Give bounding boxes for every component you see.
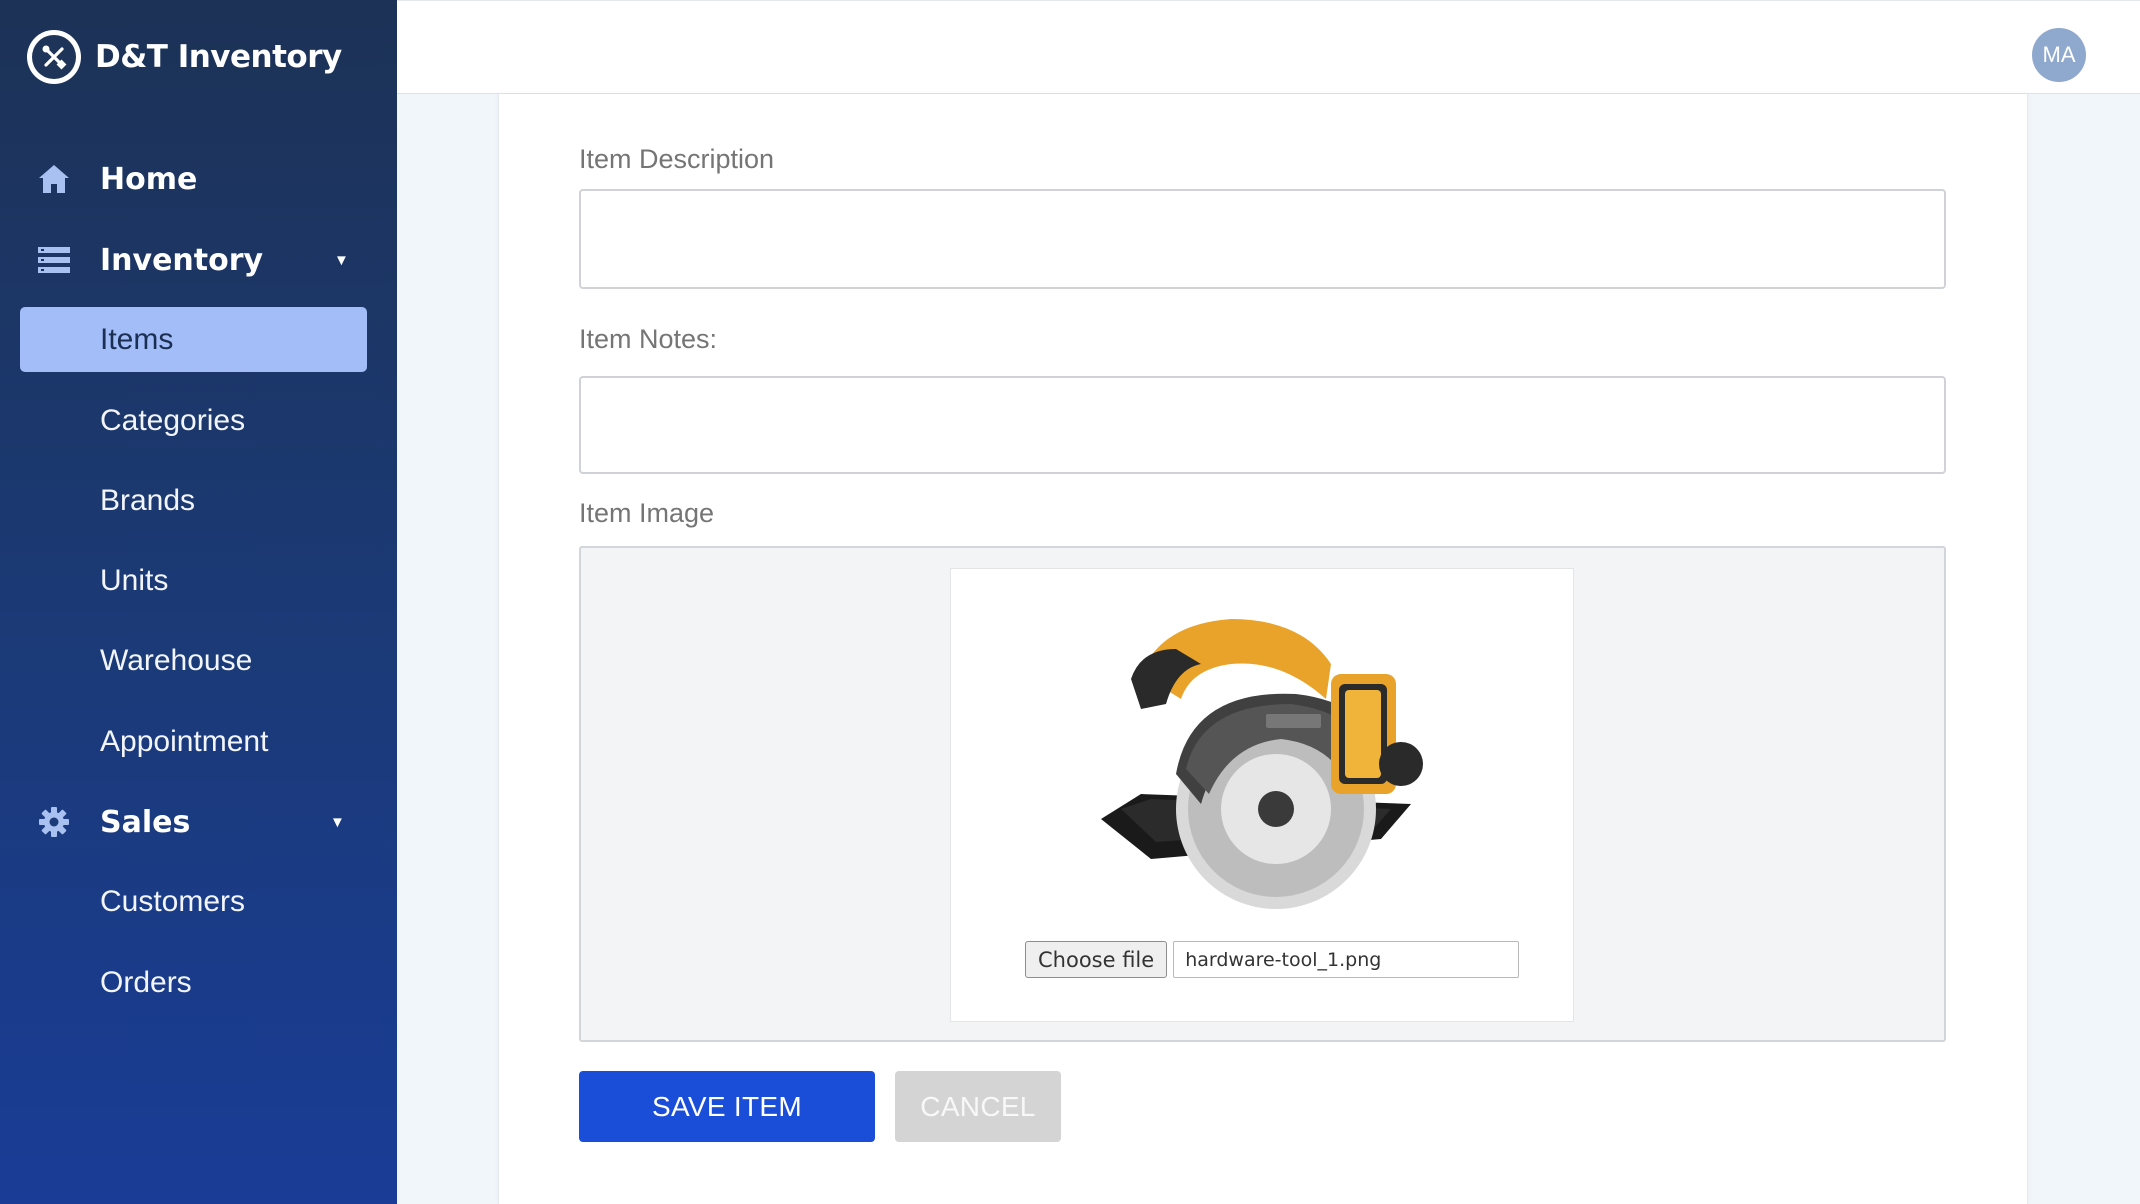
user-avatar[interactable]: MA (2032, 28, 2086, 82)
item-description-label: Item Description (579, 144, 775, 174)
sidebar-item-warehouse[interactable]: Warehouse (0, 628, 397, 694)
sidebar-item-items[interactable]: Items (20, 307, 367, 372)
app-name: D&T Inventory (95, 39, 342, 75)
sidebar-item-units[interactable]: Units (0, 548, 397, 614)
tools-logo-icon (27, 30, 81, 84)
sidebar: D&T Inventory Home Inventory ▼ Items Cat… (0, 0, 397, 1204)
sidebar-item-appointment[interactable]: Appointment (0, 709, 397, 775)
circular-saw-image (1101, 619, 1423, 909)
sidebar-item-brands[interactable]: Brands (0, 468, 397, 534)
sidebar-item-home[interactable]: Home (0, 146, 397, 212)
top-bar: MA (397, 0, 2140, 94)
item-notes-input[interactable] (579, 376, 1946, 474)
gear-icon (36, 804, 72, 840)
sidebar-item-label: Inventory (100, 242, 264, 278)
list-icon (36, 242, 72, 278)
sidebar-item-label: Appointment (100, 725, 269, 758)
sidebar-item-label: Orders (100, 966, 192, 999)
item-form-card: Item Description Item Notes: Item Image (498, 94, 2028, 1204)
brand[interactable]: D&T Inventory (27, 30, 342, 84)
sidebar-item-categories[interactable]: Categories (0, 388, 397, 454)
sidebar-item-label: Customers (100, 885, 246, 918)
sidebar-item-label: Sales (100, 804, 191, 840)
sidebar-item-customers[interactable]: Customers (0, 869, 397, 935)
sidebar-item-label: Warehouse (100, 644, 253, 677)
choose-file-button[interactable]: Choose file (1025, 941, 1168, 978)
sidebar-item-orders[interactable]: Orders (0, 950, 397, 1016)
caret-down-icon: ▼ (334, 251, 349, 269)
sidebar-item-inventory[interactable]: Inventory ▼ (0, 227, 397, 293)
home-icon (36, 161, 72, 197)
sidebar-item-label: Categories (100, 404, 246, 437)
caret-down-icon: ▼ (330, 813, 345, 831)
file-name-field[interactable]: hardware-tool_1.png (1173, 941, 1520, 978)
image-preview-card: Choose file hardware-tool_1.png (950, 568, 1574, 1022)
sidebar-item-label: Units (100, 564, 169, 597)
file-input-row: Choose file hardware-tool_1.png (1025, 941, 1520, 978)
image-upload-panel: Choose file hardware-tool_1.png (579, 546, 1946, 1042)
item-notes-label: Item Notes: (579, 324, 718, 354)
cancel-button[interactable]: CANCEL (895, 1071, 1061, 1142)
item-image-label: Item Image (579, 498, 715, 528)
sidebar-item-label: Home (100, 161, 198, 197)
sidebar-item-label: Items (100, 322, 174, 356)
item-description-input[interactable] (579, 189, 1946, 289)
save-item-button[interactable]: SAVE ITEM (579, 1071, 875, 1142)
sidebar-item-label: Brands (100, 484, 196, 517)
sidebar-item-sales[interactable]: Sales ▼ (0, 789, 397, 855)
